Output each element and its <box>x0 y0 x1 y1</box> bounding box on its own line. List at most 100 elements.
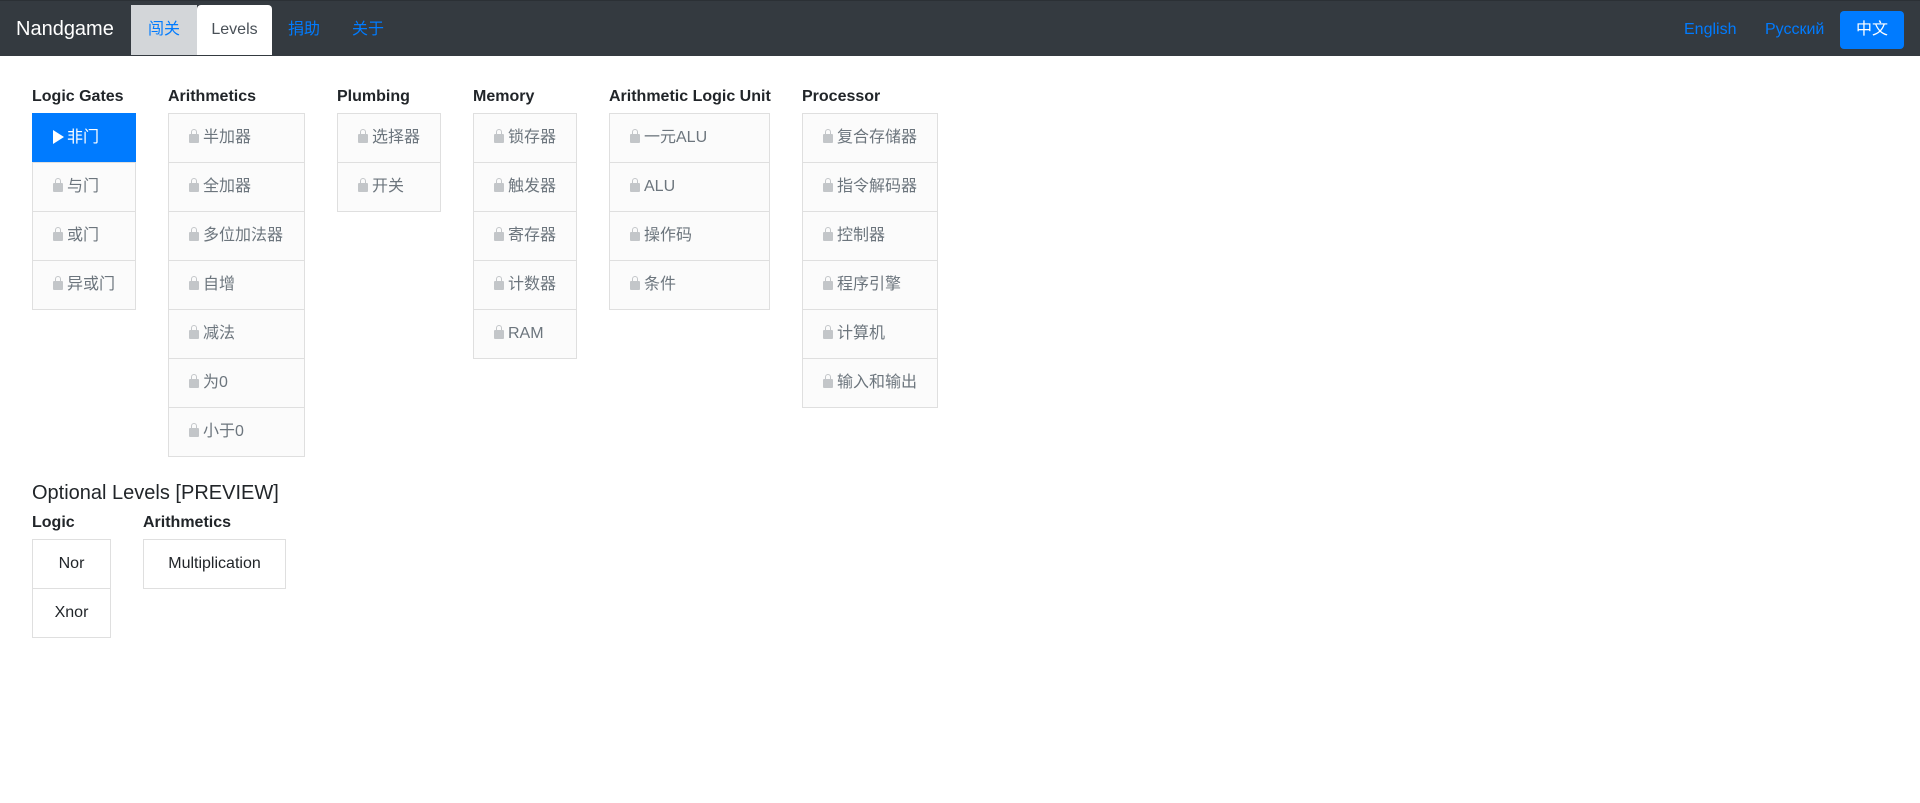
lock-icon <box>823 178 833 192</box>
level-label: 全加器 <box>203 178 252 195</box>
brand-title[interactable]: Nandgame <box>16 1 114 57</box>
level-label: 非门 <box>67 129 100 146</box>
level-item-locked[interactable]: 减法 <box>168 309 305 359</box>
category-heading: Logic Gates <box>32 88 124 105</box>
lock-icon <box>189 178 199 192</box>
level-item-locked[interactable]: 复合存储器 <box>802 113 938 163</box>
level-label: 选择器 <box>372 129 421 146</box>
level-item-locked[interactable]: 条件 <box>609 260 770 310</box>
level-item-locked[interactable]: 输入和输出 <box>802 358 938 408</box>
lock-icon <box>494 178 504 192</box>
lock-icon <box>494 129 504 143</box>
level-label: 多位加法器 <box>203 227 284 244</box>
lock-icon <box>630 178 640 192</box>
level-label: 条件 <box>644 276 677 293</box>
language-russian-link[interactable]: Русский <box>1765 11 1824 49</box>
level-list: 选择器 开关 <box>337 113 441 212</box>
level-item-locked[interactable]: 或门 <box>32 211 136 261</box>
lock-icon <box>823 276 833 290</box>
level-label: 与门 <box>67 178 100 195</box>
level-item-locked[interactable]: 多位加法器 <box>168 211 305 261</box>
tab-levels[interactable]: Levels <box>197 5 272 55</box>
category-heading: Memory <box>473 88 535 105</box>
level-item-locked[interactable]: 计数器 <box>473 260 577 310</box>
level-list: 半加器 全加器 多位加法器 自增 减法 为0 小于0 <box>168 113 305 457</box>
level-item-locked[interactable]: 为0 <box>168 358 305 408</box>
level-label: 程序引擎 <box>837 276 902 293</box>
category-heading: Processor <box>802 88 881 105</box>
lock-icon <box>189 227 199 241</box>
lock-icon <box>823 129 833 143</box>
level-label: 复合存储器 <box>837 129 918 146</box>
level-item-locked[interactable]: 操作码 <box>609 211 770 261</box>
lock-icon <box>53 227 63 241</box>
lock-icon <box>189 423 199 437</box>
level-item-locked[interactable]: 开关 <box>337 162 441 212</box>
level-item-locked[interactable]: 小于0 <box>168 407 305 457</box>
level-item-locked[interactable]: 寄存器 <box>473 211 577 261</box>
category-heading: Logic <box>32 514 75 531</box>
level-list: 非门 与门 或门 异或门 <box>32 113 136 310</box>
level-item-locked[interactable]: ALU <box>609 162 770 212</box>
level-item-locked[interactable]: 与门 <box>32 162 136 212</box>
level-item-locked[interactable]: 异或门 <box>32 260 136 310</box>
level-label: 寄存器 <box>508 227 557 244</box>
lock-icon <box>189 374 199 388</box>
optional-levels-title: Optional Levels [PREVIEW] <box>32 482 279 504</box>
level-item-locked[interactable]: 全加器 <box>168 162 305 212</box>
lock-icon <box>630 276 640 290</box>
level-item-locked[interactable]: 选择器 <box>337 113 441 163</box>
level-label: 自增 <box>203 276 236 293</box>
level-item-locked[interactable]: 控制器 <box>802 211 938 261</box>
lock-icon <box>823 325 833 339</box>
level-item-locked[interactable]: 计算机 <box>802 309 938 359</box>
optional-level-item[interactable]: Xnor <box>32 588 111 638</box>
level-list: 一元ALU ALU 操作码 条件 <box>609 113 770 310</box>
level-label: 开关 <box>372 178 405 195</box>
level-item-locked[interactable]: RAM <box>473 309 577 359</box>
nav-donate-link[interactable]: 捐助 <box>288 5 320 55</box>
level-item-locked[interactable]: 程序引擎 <box>802 260 938 310</box>
optional-level-item[interactable]: Multiplication <box>143 539 286 589</box>
level-item-locked[interactable]: 自增 <box>168 260 305 310</box>
level-label: 减法 <box>203 325 236 342</box>
category-heading: Arithmetics <box>143 514 232 531</box>
lock-icon <box>358 178 368 192</box>
language-chinese-button[interactable]: 中文 <box>1840 11 1904 49</box>
lock-icon <box>823 227 833 241</box>
level-item-locked[interactable]: 指令解码器 <box>802 162 938 212</box>
level-label: 指令解码器 <box>837 178 918 195</box>
level-label: 触发器 <box>508 178 557 195</box>
level-item-locked[interactable]: 触发器 <box>473 162 577 212</box>
level-item-current[interactable]: 非门 <box>32 113 136 163</box>
level-list: 复合存储器 指令解码器 控制器 程序引擎 计算机 输入和输出 <box>802 113 938 408</box>
level-list: Multiplication <box>143 539 286 589</box>
lock-icon <box>189 129 199 143</box>
level-label: RAM <box>508 325 544 342</box>
language-english-link[interactable]: English <box>1684 11 1736 49</box>
level-label: 锁存器 <box>508 129 557 146</box>
level-label: 控制器 <box>837 227 886 244</box>
level-list: Nor Xnor <box>32 539 111 638</box>
level-label: 小于0 <box>203 423 244 440</box>
lock-icon <box>494 325 504 339</box>
level-label: 计数器 <box>508 276 557 293</box>
optional-level-item[interactable]: Nor <box>32 539 111 589</box>
level-item-locked[interactable]: 一元ALU <box>609 113 770 163</box>
level-label: 或门 <box>67 227 100 244</box>
lock-icon <box>189 325 199 339</box>
top-navbar: Nandgame 闯关 Levels 捐助 关于 English Русский… <box>0 0 1920 56</box>
level-label: 输入和输出 <box>837 374 918 391</box>
tab-challenge[interactable]: 闯关 <box>131 5 197 55</box>
nav-about-link[interactable]: 关于 <box>352 5 384 55</box>
lock-icon <box>494 227 504 241</box>
category-heading: Arithmetics <box>168 88 257 105</box>
level-label: 异或门 <box>67 276 116 293</box>
level-item-locked[interactable]: 锁存器 <box>473 113 577 163</box>
level-item-locked[interactable]: 半加器 <box>168 113 305 163</box>
lock-icon <box>53 276 63 290</box>
lock-icon <box>53 178 63 192</box>
category-heading: Arithmetic Logic Unit <box>609 88 771 105</box>
level-label: 一元ALU <box>644 129 708 146</box>
lock-icon <box>358 129 368 143</box>
